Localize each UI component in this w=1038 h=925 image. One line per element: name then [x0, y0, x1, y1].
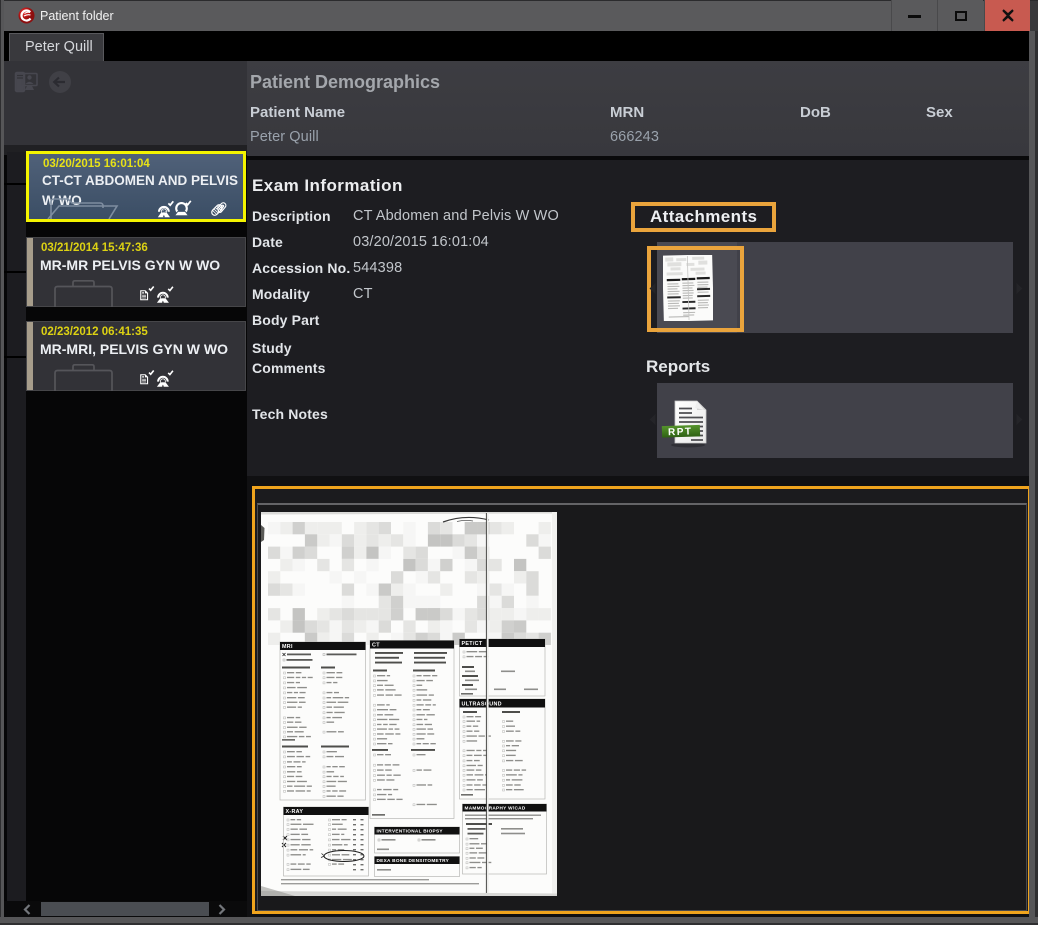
svg-text:X-RAY: X-RAY — [286, 809, 304, 815]
svg-text:RPT: RPT — [668, 426, 693, 438]
svg-text:ULTRASOUND: ULTRASOUND — [462, 702, 502, 708]
svg-text:PET/CT: PET/CT — [462, 641, 483, 647]
svg-text:MRI: MRI — [282, 644, 293, 650]
svg-text:CT: CT — [372, 643, 380, 649]
svg-text:MAMMOGRAPHY W/CAD: MAMMOGRAPHY W/CAD — [465, 806, 526, 811]
svg-text:INTERVENTIONAL BIOPSY: INTERVENTIONAL BIOPSY — [377, 829, 444, 834]
svg-text:DEXA BONE DENSITOMETRY: DEXA BONE DENSITOMETRY — [377, 858, 450, 863]
